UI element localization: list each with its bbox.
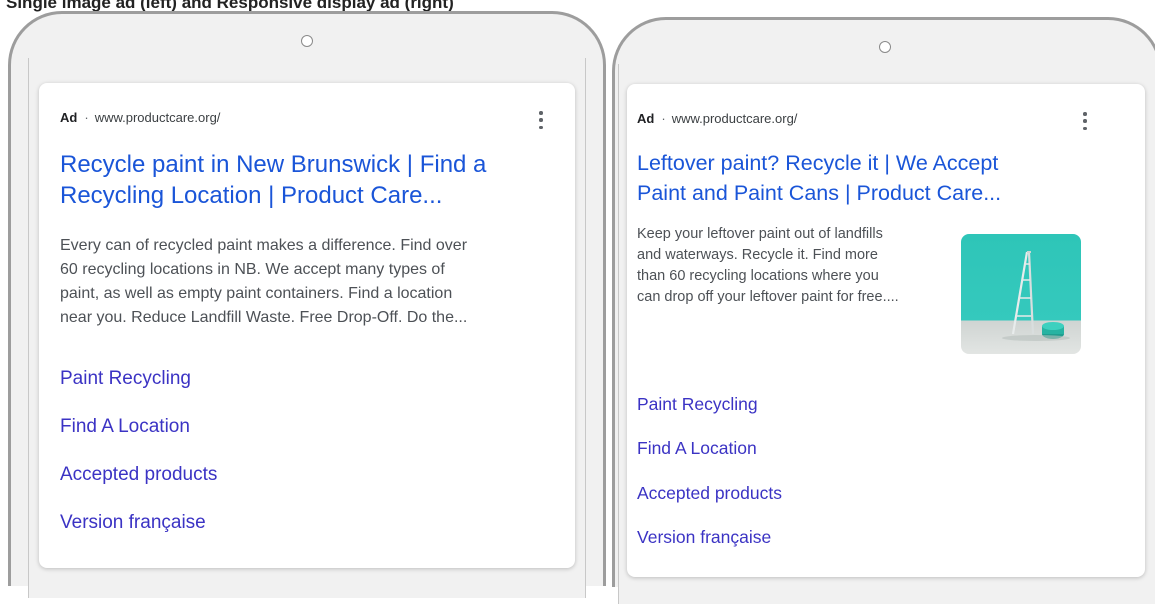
ad-image-ladder-paint-can[interactable] bbox=[961, 234, 1081, 354]
headline-line[interactable]: Recycling Location | Product Care... bbox=[60, 180, 560, 211]
description-line: can drop off your leftover paint for fre… bbox=[637, 289, 899, 305]
sitelink-version-francaise[interactable]: Version française bbox=[60, 512, 206, 534]
ad-label: Ad bbox=[60, 110, 78, 125]
description-line: paint, as well as empty paint containers… bbox=[60, 285, 453, 302]
description-line: than 60 recycling locations where you bbox=[637, 268, 879, 284]
ad-headline[interactable]: Recycle paint in New Brunswick | Find a … bbox=[60, 149, 560, 211]
camera-icon bbox=[879, 41, 891, 53]
description-line: Keep your leftover paint out of landfill… bbox=[637, 226, 883, 242]
sitelink-find-a-location[interactable]: Find A Location bbox=[637, 438, 757, 459]
description-line: near you. Reduce Landfill Waste. Free Dr… bbox=[60, 309, 468, 326]
separator-dot: · bbox=[84, 110, 89, 125]
phone-frame-right: Ad · www.productcare.org/ Leftover paint… bbox=[612, 17, 1155, 604]
ad-header: Ad · www.productcare.org/ bbox=[637, 111, 797, 126]
ad-headline[interactable]: Leftover paint? Recycle it | We Accept P… bbox=[637, 148, 1087, 208]
sitelink-accepted-products[interactable]: Accepted products bbox=[60, 464, 217, 486]
sitelink-version-francaise[interactable]: Version française bbox=[637, 527, 771, 548]
ad-label: Ad bbox=[637, 111, 655, 126]
ladder-illustration bbox=[1002, 251, 1070, 341]
camera-icon bbox=[301, 35, 313, 47]
display-url[interactable]: www.productcare.org/ bbox=[95, 110, 221, 125]
phone-screen-left: Ad · www.productcare.org/ Recycle paint … bbox=[28, 58, 586, 598]
description-line: 60 recycling locations in NB. We accept … bbox=[60, 261, 445, 278]
ad-description: Every can of recycled paint makes a diff… bbox=[60, 234, 555, 330]
display-url[interactable]: www.productcare.org/ bbox=[672, 111, 798, 126]
ad-header: Ad · www.productcare.org/ bbox=[60, 110, 220, 125]
headline-line[interactable]: Paint and Paint Cans | Product Care... bbox=[637, 178, 1087, 208]
sitelink-find-a-location[interactable]: Find A Location bbox=[60, 416, 190, 438]
ad-card-left: Ad · www.productcare.org/ Recycle paint … bbox=[39, 83, 575, 568]
description-line: Every can of recycled paint makes a diff… bbox=[60, 237, 468, 254]
more-options-icon[interactable] bbox=[1083, 112, 1087, 130]
phone-screen-right: Ad · www.productcare.org/ Leftover paint… bbox=[618, 64, 1155, 604]
more-options-icon[interactable] bbox=[539, 111, 543, 129]
headline-line[interactable]: Recycle paint in New Brunswick | Find a bbox=[60, 149, 560, 180]
phone-frame-left: Ad · www.productcare.org/ Recycle paint … bbox=[8, 11, 606, 598]
separator-dot: · bbox=[661, 111, 666, 126]
sitelink-paint-recycling[interactable]: Paint Recycling bbox=[637, 394, 758, 415]
headline-line[interactable]: Leftover paint? Recycle it | We Accept bbox=[637, 148, 1087, 178]
ad-description: Keep your leftover paint out of landfill… bbox=[637, 224, 942, 308]
description-line: and waterways. Recycle it. Find more bbox=[637, 247, 878, 263]
ad-card-right: Ad · www.productcare.org/ Leftover paint… bbox=[627, 84, 1145, 577]
sitelink-accepted-products[interactable]: Accepted products bbox=[637, 483, 782, 504]
sitelink-paint-recycling[interactable]: Paint Recycling bbox=[60, 368, 191, 390]
